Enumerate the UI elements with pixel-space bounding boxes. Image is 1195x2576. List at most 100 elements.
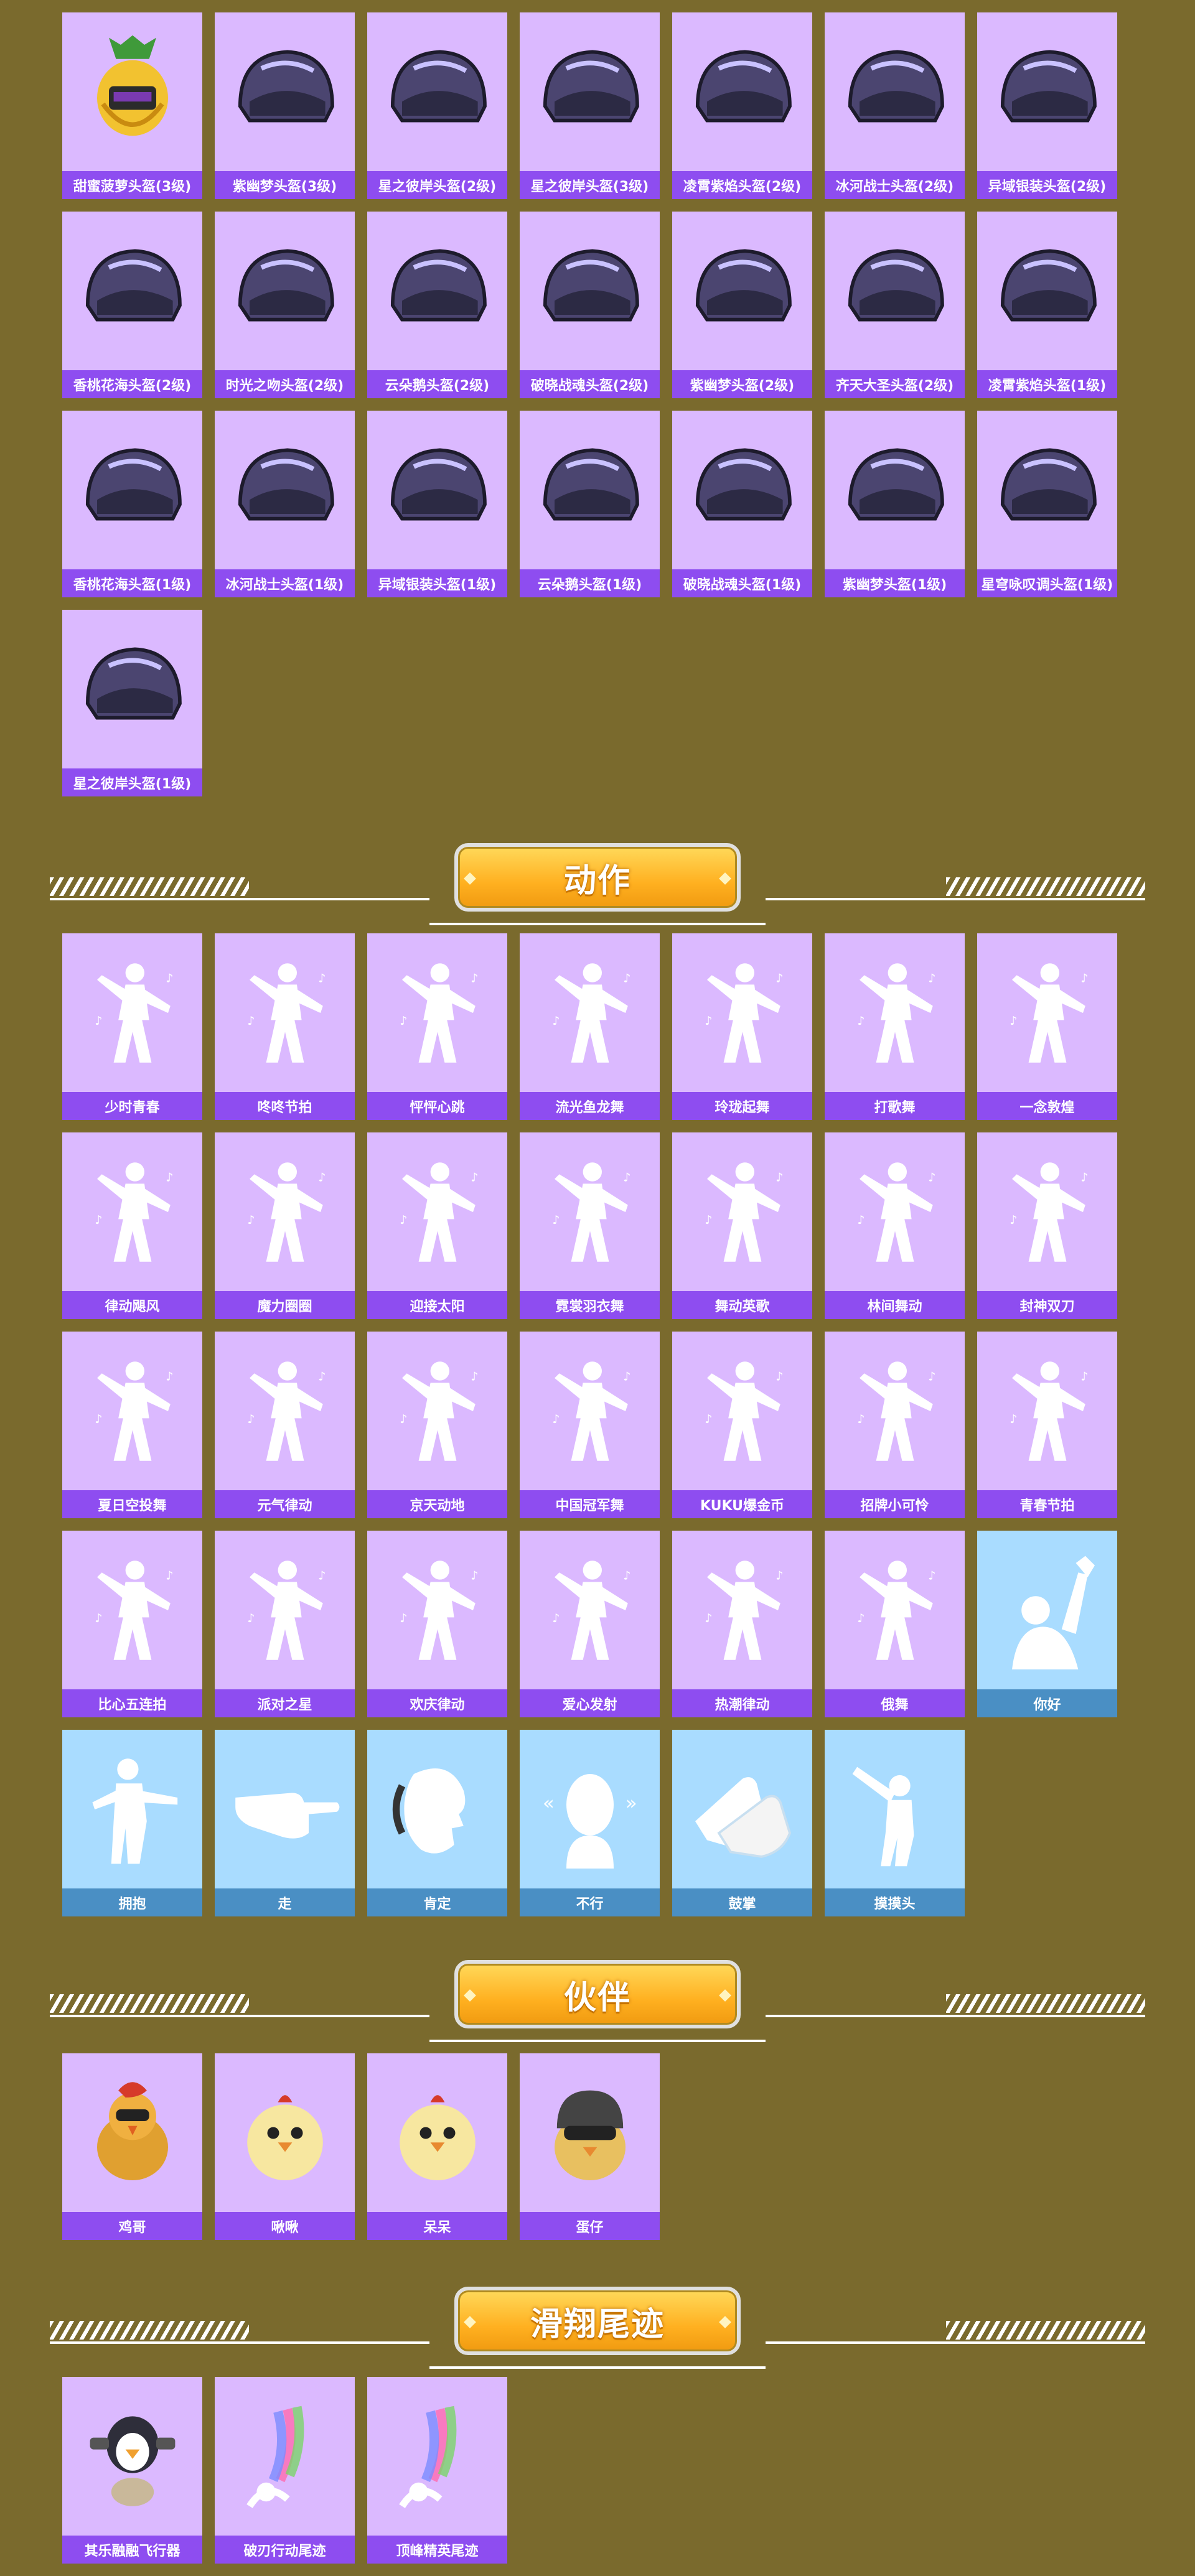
svg-text:♪: ♪ <box>705 1014 712 1028</box>
section-title: 动作 <box>563 862 631 900</box>
item-card[interactable]: 星之彼岸头盔(3级) <box>520 12 660 199</box>
item-card[interactable]: 鸡哥 <box>62 2053 202 2240</box>
item-label: 冰河战士头盔(2级) <box>825 171 965 199</box>
item-card[interactable]: 拥抱 <box>62 1730 202 1916</box>
svg-text:♪: ♪ <box>471 1170 478 1184</box>
item-card[interactable]: 甜蜜菠萝头盔(3级) <box>62 12 202 199</box>
dance-pose-icon: ♪ ♪ <box>672 1531 812 1689</box>
item-card[interactable]: ♪ ♪ 招牌小可怜 <box>825 1332 965 1518</box>
item-card[interactable]: 蛋仔 <box>520 2053 660 2240</box>
item-card[interactable]: ♪ ♪ 霓裳羽衣舞 <box>520 1132 660 1319</box>
item-card[interactable]: ♪ ♪ KUKU爆金币 <box>672 1332 812 1518</box>
item-card[interactable]: 云朵鹅头盔(1级) <box>520 411 660 597</box>
svg-text:♪: ♪ <box>552 1014 560 1028</box>
helmet-icon <box>977 12 1117 171</box>
item-card[interactable]: ♪ ♪ 迎接太阳 <box>367 1132 507 1319</box>
item-label: 紫幽梦头盔(2级) <box>672 370 812 398</box>
item-label: 破晓战魂头盔(1级) <box>672 569 812 597</box>
item-card[interactable]: 顶峰精英尾迹 <box>367 2377 507 2564</box>
item-card[interactable]: 冰河战士头盔(2级) <box>825 12 965 199</box>
item-card[interactable]: ♪ ♪ 欢庆律动 <box>367 1531 507 1717</box>
item-card[interactable]: 呆呆 <box>367 2053 507 2240</box>
item-label: 其乐融融飞行器 <box>62 2536 202 2564</box>
item-card[interactable]: 齐天大圣头盔(2级) <box>825 212 965 398</box>
svg-text:♪: ♪ <box>552 1412 560 1426</box>
item-card[interactable]: ♪ ♪ 夏日空投舞 <box>62 1332 202 1518</box>
item-label: 破晓战魂头盔(2级) <box>520 370 660 398</box>
svg-text:♪: ♪ <box>318 971 326 985</box>
item-card[interactable]: 星之彼岸头盔(2级) <box>367 12 507 199</box>
item-card[interactable]: ♪ ♪ 律动飓风 <box>62 1132 202 1319</box>
item-label: 冰河战士头盔(1级) <box>215 569 355 597</box>
item-card[interactable]: ♪ ♪ 怦怦心跳 <box>367 933 507 1120</box>
item-card[interactable]: ♪ ♪ 舞动英歌 <box>672 1132 812 1319</box>
item-card[interactable]: ♪ ♪ 林间舞动 <box>825 1132 965 1319</box>
item-card[interactable]: ♪ ♪ 玲珑起舞 <box>672 933 812 1120</box>
item-card[interactable]: 时光之吻头盔(2级) <box>215 212 355 398</box>
section-title: 滑翔尾迹 <box>530 2305 665 2343</box>
banner-line-right <box>766 2015 1145 2017</box>
item-card[interactable]: 破晓战魂头盔(2级) <box>520 212 660 398</box>
item-card[interactable]: ♪ ♪ 魔力圈圈 <box>215 1132 355 1319</box>
item-card[interactable]: ♪ ♪ 俄舞 <box>825 1531 965 1717</box>
item-card[interactable]: ♪ ♪ 中国冠军舞 <box>520 1332 660 1518</box>
item-card[interactable]: ♪ ♪ 元气律动 <box>215 1332 355 1518</box>
item-card[interactable]: ♪ ♪ 派对之星 <box>215 1531 355 1717</box>
dance-pose-icon: ♪ ♪ <box>215 1531 355 1689</box>
item-card[interactable]: 星穹咏叹调头盔(1级) <box>977 411 1117 597</box>
plate-nub-right <box>719 1989 731 2002</box>
item-card[interactable]: 啾啾 <box>215 2053 355 2240</box>
item-card[interactable]: ♪ ♪ 打歌舞 <box>825 933 965 1120</box>
helmet-icon <box>825 12 965 171</box>
item-card[interactable]: ♪ ♪ 少时青春 <box>62 933 202 1120</box>
svg-text:♪: ♪ <box>552 1213 560 1227</box>
svg-text:♪: ♪ <box>471 971 478 985</box>
item-card[interactable]: ♪ ♪ 爱心发射 <box>520 1531 660 1717</box>
item-card[interactable]: 破刃行动尾迹 <box>215 2377 355 2564</box>
item-card[interactable]: 香桃花海头盔(2级) <box>62 212 202 398</box>
svg-text:♪: ♪ <box>857 1412 865 1426</box>
item-card[interactable]: 紫幽梦头盔(3级) <box>215 12 355 199</box>
svg-text:♪: ♪ <box>623 1569 630 1582</box>
svg-text:♪: ♪ <box>776 971 783 985</box>
item-card[interactable]: ♪ ♪ 青春节拍 <box>977 1332 1117 1518</box>
item-card[interactable]: ♪ ♪ 比心五连拍 <box>62 1531 202 1717</box>
item-card[interactable]: ♪ ♪ 热潮律动 <box>672 1531 812 1717</box>
item-card[interactable]: ♪ ♪ 一念敦煌 <box>977 933 1117 1120</box>
item-card[interactable]: 星之彼岸头盔(1级) <box>62 610 202 796</box>
item-card[interactable]: 异域银装头盔(2级) <box>977 12 1117 199</box>
item-card[interactable]: ♪ ♪ 流光鱼龙舞 <box>520 933 660 1120</box>
item-card[interactable]: 云朵鹅头盔(2级) <box>367 212 507 398</box>
item-label: 舞动英歌 <box>672 1291 812 1319</box>
plate-nub-left <box>464 1989 476 2002</box>
item-card[interactable]: ♪ ♪ 封神双刀 <box>977 1132 1117 1319</box>
item-card[interactable]: 摸摸头 <box>825 1730 965 1916</box>
item-card[interactable]: 紫幽梦头盔(2级) <box>672 212 812 398</box>
helmet-icon <box>672 212 812 370</box>
item-card[interactable]: 异域银装头盔(1级) <box>367 411 507 597</box>
svg-text:♪: ♪ <box>166 971 173 985</box>
svg-text:♪: ♪ <box>776 1569 783 1582</box>
item-card[interactable]: ♪ ♪ 京天动地 <box>367 1332 507 1518</box>
item-card[interactable]: «» 不行 <box>520 1730 660 1916</box>
item-label: 云朵鹅头盔(2级) <box>367 370 507 398</box>
svg-text:♪: ♪ <box>95 1612 102 1625</box>
svg-text:♪: ♪ <box>95 1412 102 1426</box>
item-card[interactable]: 凌霄紫焰头盔(2级) <box>672 12 812 199</box>
item-card[interactable]: 香桃花海头盔(1级) <box>62 411 202 597</box>
rooster-icon <box>62 2053 202 2212</box>
svg-text:♪: ♪ <box>247 1612 255 1625</box>
item-card[interactable]: 凌霄紫焰头盔(1级) <box>977 212 1117 398</box>
item-card[interactable]: ♪ ♪ 咚咚节拍 <box>215 933 355 1120</box>
item-card[interactable]: 你好 <box>977 1531 1117 1717</box>
item-card[interactable]: 其乐融融飞行器 <box>62 2377 202 2564</box>
item-card[interactable]: 破晓战魂头盔(1级) <box>672 411 812 597</box>
item-card[interactable]: 肯定 <box>367 1730 507 1916</box>
item-card[interactable]: 走 <box>215 1730 355 1916</box>
svg-text:♪: ♪ <box>552 1612 560 1625</box>
item-card[interactable]: 冰河战士头盔(1级) <box>215 411 355 597</box>
item-card[interactable]: 鼓掌 <box>672 1730 812 1916</box>
svg-text:♪: ♪ <box>247 1014 255 1028</box>
item-label: 霓裳羽衣舞 <box>520 1291 660 1319</box>
item-card[interactable]: 紫幽梦头盔(1级) <box>825 411 965 597</box>
